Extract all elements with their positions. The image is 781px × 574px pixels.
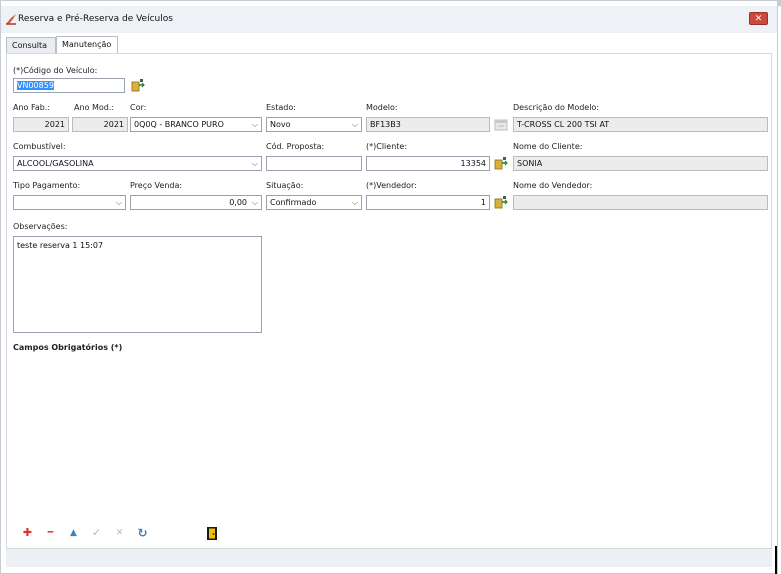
descricao-field: T-CROSS CL 200 TSI AT	[513, 117, 768, 132]
nome-cliente-field: SONIA	[513, 156, 768, 171]
situacao-value: Confirmado	[270, 198, 317, 207]
ano-fab-field: 2021	[13, 117, 69, 132]
descricao-label: Descrição do Modelo:	[513, 103, 600, 112]
move-up-button[interactable]: ▲	[64, 524, 83, 542]
required-fields-note: Campos Obrigatórios (*)	[13, 343, 123, 352]
cancel-button[interactable]: ✕	[110, 524, 129, 542]
status-bar	[6, 548, 772, 567]
window-title: Reserva e Pré-Reserva de Veículos	[18, 14, 173, 24]
situacao-label: Situação:	[266, 181, 304, 190]
tipo-pagamento-label: Tipo Pagamento:	[13, 181, 81, 190]
modelo-label: Modelo:	[366, 103, 398, 112]
chevron-down-icon: ⌵	[251, 198, 258, 207]
observacoes-textarea[interactable]: teste reserva 1 15:07	[13, 236, 262, 333]
nome-cliente-label: Nome do Cliente:	[513, 142, 583, 151]
estado-value: Novo	[270, 120, 291, 129]
nome-vendedor-label: Nome do Vendedor:	[513, 181, 593, 190]
lookup-icon[interactable]	[494, 157, 508, 170]
combustivel-select[interactable]: ALCOOL/GASOLINA ⌵	[13, 156, 262, 171]
close-button[interactable]: ✕	[749, 12, 768, 25]
codigo-field[interactable]: VN00859	[13, 78, 125, 93]
estado-select[interactable]: Novo ⌵	[266, 117, 362, 132]
ano-mod-label: Ano Mod.:	[74, 103, 115, 112]
tab-consulta[interactable]: Consulta	[6, 37, 56, 53]
chevron-down-icon: ⌵	[351, 198, 358, 207]
modelo-field: BF13B3	[366, 117, 490, 132]
cliente-field[interactable]: 13354	[366, 156, 490, 171]
combustivel-label: Combustível:	[13, 142, 66, 151]
ano-fab-label: Ano Fab.:	[13, 103, 51, 112]
chevron-down-icon: ⌵	[251, 159, 258, 168]
cod-proposta-field[interactable]	[266, 156, 362, 171]
combustivel-value: ALCOOL/GASOLINA	[17, 159, 94, 168]
confirm-button[interactable]: ✓	[87, 524, 106, 542]
remove-button[interactable]: ━	[41, 524, 60, 542]
observacoes-label: Observações:	[13, 222, 68, 231]
cor-value: 0Q0Q - BRANCO PURO	[134, 120, 224, 129]
chevron-down-icon: ⌵	[351, 120, 358, 129]
cliente-label: (*)Cliente:	[366, 142, 408, 151]
situacao-select[interactable]: Confirmado ⌵	[266, 195, 362, 210]
vendedor-label: (*)Vendedor:	[366, 181, 417, 190]
lookup-icon[interactable]	[131, 79, 145, 92]
exit-door-icon[interactable]	[206, 526, 218, 541]
tipo-pagamento-select[interactable]: ⌵	[13, 195, 126, 210]
cod-proposta-label: Cód. Proposta:	[266, 142, 325, 151]
nome-vendedor-field	[513, 195, 768, 210]
estado-label: Estado:	[266, 103, 296, 112]
calendar-icon	[494, 119, 508, 131]
chevron-down-icon: ⌵	[115, 198, 122, 207]
chevron-down-icon: ⌵	[251, 120, 258, 129]
refresh-button[interactable]: ↻	[133, 524, 152, 542]
cor-select[interactable]: 0Q0Q - BRANCO PURO ⌵	[130, 117, 262, 132]
preco-venda-value: 0,00	[229, 198, 247, 207]
add-button[interactable]: ✚	[18, 524, 37, 542]
preco-venda-select[interactable]: 0,00 ⌵	[130, 195, 262, 210]
codigo-value: VN00859	[17, 81, 54, 90]
preco-venda-label: Preço Venda:	[130, 181, 183, 190]
ano-mod-field: 2021	[72, 117, 128, 132]
tab-manutencao[interactable]: Manutenção	[56, 36, 118, 53]
vendedor-field[interactable]: 1	[366, 195, 490, 210]
cor-label: Cor:	[130, 103, 147, 112]
app-icon	[6, 14, 16, 25]
lookup-icon[interactable]	[494, 196, 508, 209]
codigo-label: (*)Código do Veículo:	[13, 66, 98, 75]
text-cursor	[775, 546, 777, 574]
